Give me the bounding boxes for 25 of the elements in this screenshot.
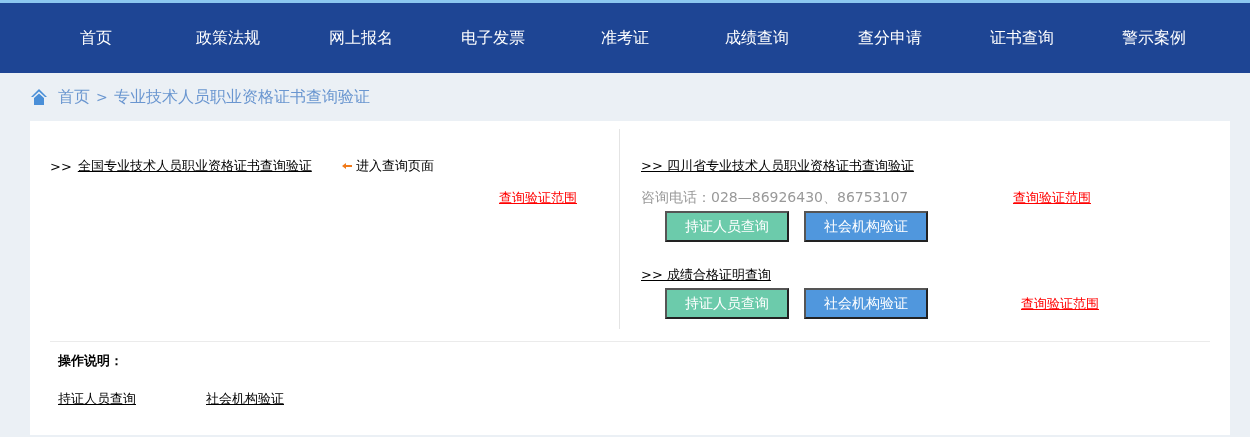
- nav-item[interactable]: 准考证: [559, 27, 691, 49]
- scope-link[interactable]: 查询验证范围: [1013, 189, 1091, 207]
- nav-item[interactable]: 首页: [30, 27, 162, 49]
- nav-item[interactable]: 政策法规: [162, 27, 295, 49]
- link-prefix: >>: [50, 158, 72, 174]
- instruction-link[interactable]: 持证人员查询: [58, 390, 136, 408]
- enter-query-label: 进入查询页面: [355, 157, 434, 175]
- nav-item[interactable]: 证书查询: [955, 27, 1088, 49]
- arrow-icon: [341, 163, 352, 169]
- home-icon: [30, 88, 48, 106]
- instruction-link[interactable]: 社会机构验证: [206, 390, 284, 408]
- nav-item[interactable]: 成绩查询: [691, 27, 824, 49]
- nav-item[interactable]: 警示案例: [1088, 27, 1220, 49]
- phone-text: 咨询电话：028—86926430、86753107: [641, 189, 909, 207]
- scope-link[interactable]: 查询验证范围: [1021, 294, 1099, 313]
- nav-item[interactable]: 网上报名: [294, 27, 427, 49]
- score-proof-link[interactable]: >> 成绩合格证明查询: [641, 266, 771, 284]
- breadcrumb-current: 专业技术人员职业资格证书查询验证: [113, 86, 370, 108]
- breadcrumb-separator: >: [96, 89, 108, 105]
- sichuan-query-link[interactable]: >> 四川省专业技术人员职业资格证书查询验证: [641, 157, 914, 175]
- nav-item[interactable]: 电子发票: [426, 27, 559, 49]
- scope-link[interactable]: 查询验证范围: [499, 189, 577, 207]
- nav-item[interactable]: 查分申请: [823, 27, 956, 49]
- national-query-link[interactable]: 全国专业技术人员职业资格证书查询验证: [77, 157, 312, 175]
- instructions-title: 操作说明：: [58, 352, 124, 370]
